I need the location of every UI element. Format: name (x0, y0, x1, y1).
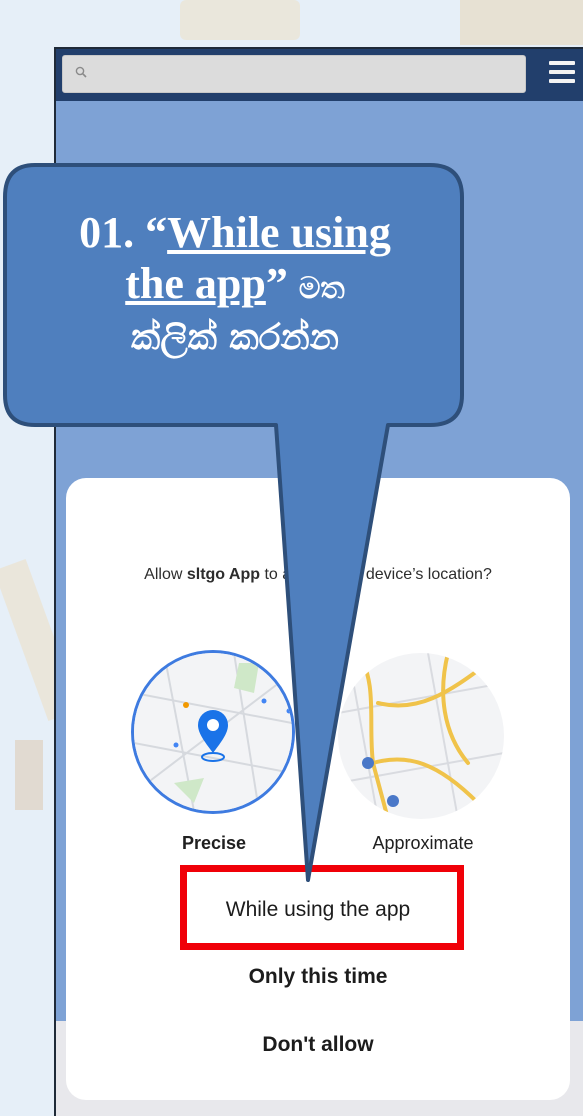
location-permission-dialog: Allow sltgo App to access this device’s … (66, 478, 570, 1100)
callout-line-1: 01. “While using (25, 208, 445, 259)
background-decoration (460, 0, 583, 45)
precise-map-icon (134, 653, 292, 811)
prompt-suffix: to access this device’s location? (260, 566, 492, 583)
highlight-box (180, 865, 464, 950)
only-this-time-button[interactable]: Only this time (66, 965, 570, 989)
approximate-label: Approximate (372, 833, 474, 853)
precise-label: Precise (181, 833, 247, 853)
background-decoration (180, 0, 300, 40)
callout-text: 01. “While using the app” මත ක්‍ලික් කරන… (25, 208, 445, 359)
callout-highlight-2: the app (125, 258, 266, 308)
precise-option[interactable] (131, 650, 295, 814)
dont-allow-button[interactable]: Don't allow (66, 1033, 570, 1057)
callout-line-2: the app” මත (25, 259, 445, 310)
prompt-prefix: Allow (144, 566, 187, 583)
search-icon (75, 66, 87, 78)
callout-line-3: ක්‍ලික් කරන්න (131, 317, 339, 359)
prompt-app-name: sltgo App (186, 566, 261, 583)
hamburger-menu-icon[interactable] (549, 61, 575, 85)
permission-prompt: Allow sltgo App to access this device’s … (66, 566, 570, 584)
background-decoration (15, 740, 43, 810)
callout-step: 01. “ (79, 208, 168, 257)
callout-close-quote: ” (265, 258, 299, 308)
approximate-option[interactable] (338, 653, 504, 819)
callout-sinhala-suffix: මත (298, 270, 345, 306)
search-input[interactable] (62, 55, 526, 93)
callout-highlight-1: While using (167, 208, 391, 257)
top-bar (56, 49, 583, 101)
approximate-map-icon (338, 653, 504, 819)
